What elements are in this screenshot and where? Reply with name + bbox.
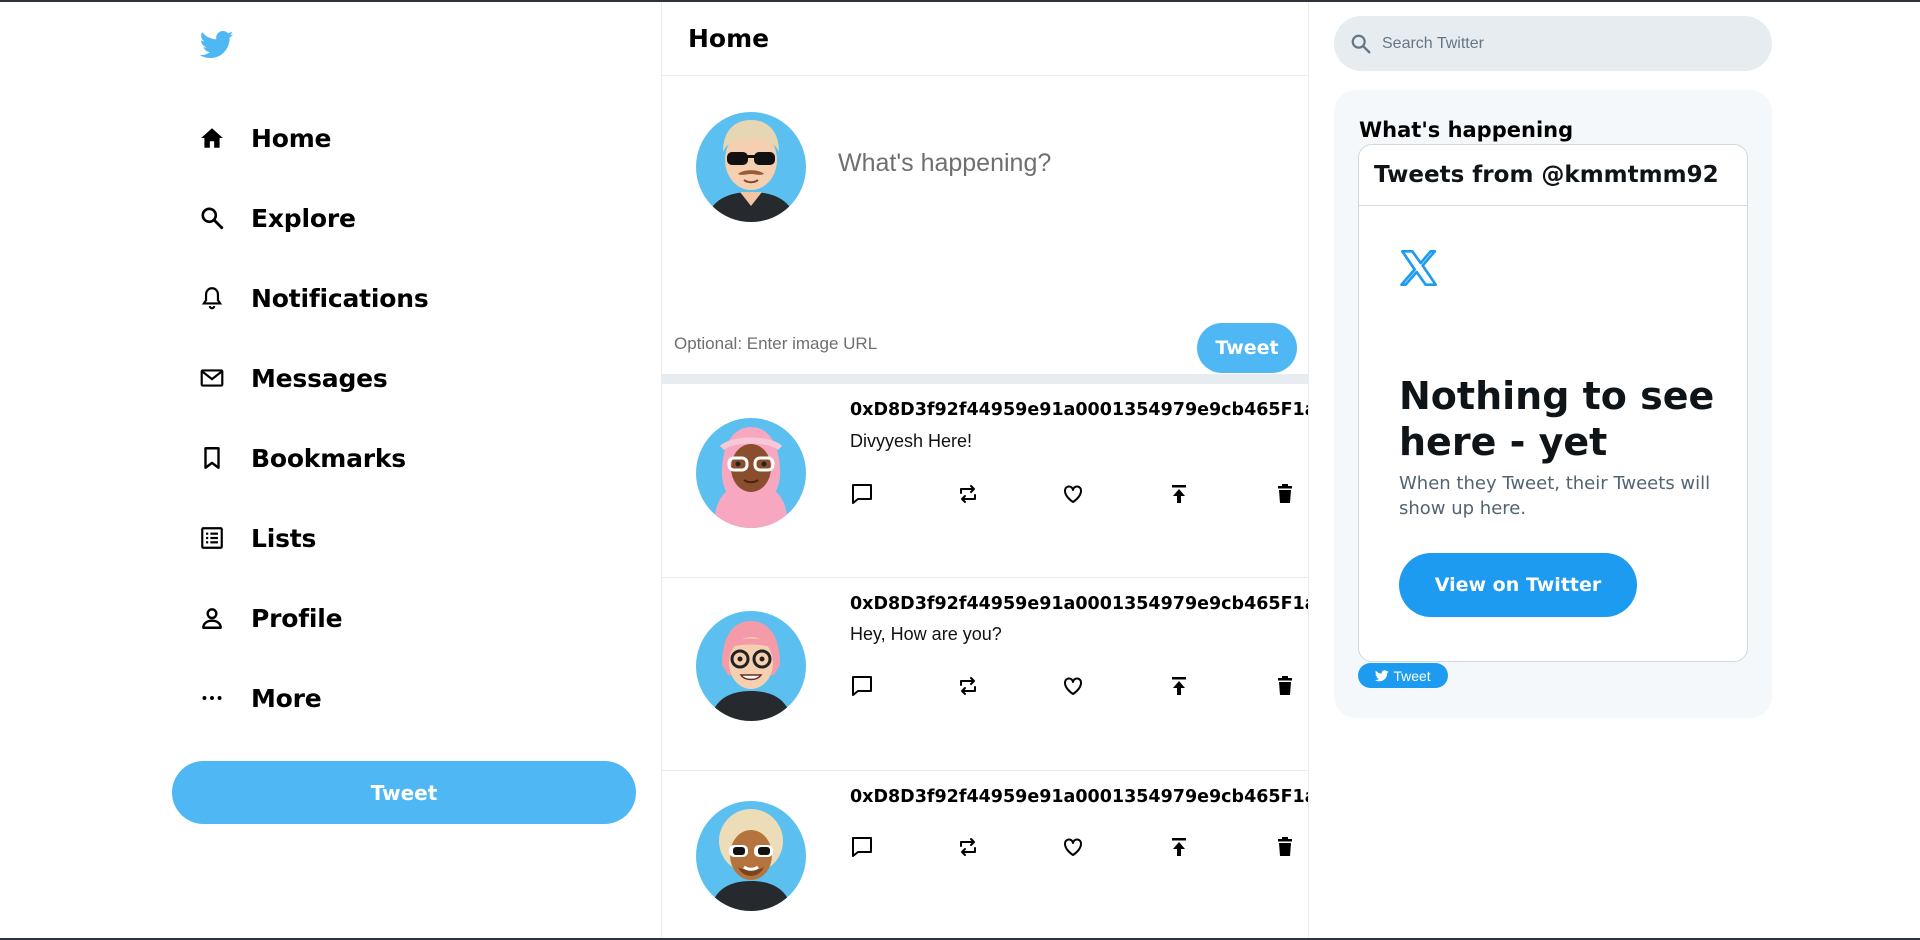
delete-icon[interactable]	[1271, 672, 1299, 700]
small-tweet-button[interactable]: Tweet	[1358, 663, 1448, 688]
post-author[interactable]: 0xD8D3f92f44959e91a0001354979e9cb465F1a5…	[850, 400, 1308, 420]
avatar	[696, 801, 806, 911]
avatar	[696, 611, 806, 721]
whats-happening-widget: What's happening Tweets from @kmmtmm92 N…	[1334, 90, 1772, 718]
post-text: Divyyesh Here!	[850, 431, 973, 451]
bell-icon	[198, 284, 226, 312]
comment-icon[interactable]	[848, 833, 876, 861]
nav-item-more[interactable]: More	[172, 658, 638, 738]
delete-icon[interactable]	[1271, 480, 1299, 508]
heart-icon[interactable]	[1059, 672, 1087, 700]
post-actions	[848, 480, 1308, 508]
nav-item-notifications[interactable]: Notifications	[172, 258, 638, 338]
share-icon[interactable]	[1165, 480, 1193, 508]
compose-tweet-button[interactable]: Tweet	[1197, 323, 1297, 373]
search-input[interactable]	[1382, 34, 1742, 53]
twitter-bird-icon	[1375, 669, 1390, 682]
nav-label: Notifications	[251, 283, 429, 313]
post: 0xD8D3f92f44959e91a0001354979e9cb465F1a5…	[662, 771, 1308, 938]
nav-label: Profile	[251, 603, 343, 633]
home-icon	[198, 124, 226, 152]
nav-label: Explore	[251, 203, 356, 233]
nav-label: Messages	[251, 363, 388, 393]
nav-item-bookmarks[interactable]: Bookmarks	[172, 418, 638, 498]
post: 0xD8D3f92f44959e91a0001354979e9cb465F1a5…	[662, 578, 1308, 771]
search-bar[interactable]	[1334, 16, 1772, 71]
comment-icon[interactable]	[848, 672, 876, 700]
share-icon[interactable]	[1165, 833, 1193, 861]
heart-icon[interactable]	[1059, 480, 1087, 508]
small-tweet-label: Tweet	[1393, 667, 1431, 684]
nav-item-explore[interactable]: Explore	[172, 178, 638, 258]
nav-label: Bookmarks	[251, 443, 406, 473]
nav-item-messages[interactable]: Messages	[172, 338, 638, 418]
person-icon	[198, 604, 226, 632]
post-actions	[848, 833, 1308, 861]
nav-item-home[interactable]: Home	[172, 98, 638, 178]
search-icon	[1350, 33, 1372, 55]
retweet-icon[interactable]	[954, 480, 982, 508]
comment-icon[interactable]	[848, 480, 876, 508]
search-icon	[198, 204, 226, 232]
retweet-icon[interactable]	[954, 672, 982, 700]
empty-state-title: Nothing to see here - yet	[1399, 374, 1715, 464]
image-url-input[interactable]	[674, 331, 1074, 357]
page-title: Home	[688, 24, 770, 53]
x-logo-icon[interactable]	[1399, 248, 1439, 288]
timeline-header[interactable]: Tweets from @kmmtmm92	[1359, 145, 1747, 206]
post-text: Hey, How are you?	[850, 624, 1002, 644]
sidebar: Home Explore Notifications Messages Book…	[172, 2, 638, 938]
share-icon[interactable]	[1165, 672, 1193, 700]
retweet-icon[interactable]	[954, 833, 982, 861]
more-icon	[198, 684, 226, 712]
view-on-twitter-button[interactable]: View on Twitter	[1399, 553, 1637, 617]
nav-label: Home	[251, 123, 332, 153]
post-author[interactable]: 0xD8D3f92f44959e91a0001354979e9cb465F1a5…	[850, 594, 1308, 614]
nav-label: More	[251, 683, 322, 713]
sidebar-tweet-button[interactable]: Tweet	[172, 761, 636, 824]
heart-icon[interactable]	[1059, 833, 1087, 861]
delete-icon[interactable]	[1271, 833, 1299, 861]
mail-icon	[198, 364, 226, 392]
avatar	[696, 418, 806, 528]
avatar	[696, 112, 806, 222]
nav-item-lists[interactable]: Lists	[172, 498, 638, 578]
compose-input[interactable]	[838, 138, 1278, 188]
widget-title: What's happening	[1359, 118, 1574, 142]
twitter-bird-icon[interactable]	[199, 30, 234, 60]
post-author[interactable]: 0xD8D3f92f44959e91a0001354979e9cb465F1a5…	[850, 787, 1308, 807]
nav-item-profile[interactable]: Profile	[172, 578, 638, 658]
nav-menu: Home Explore Notifications Messages Book…	[172, 98, 638, 738]
embedded-timeline: Tweets from @kmmtmm92 Nothing to see her…	[1358, 144, 1748, 662]
nav-label: Lists	[251, 523, 317, 553]
bookmark-icon	[198, 444, 226, 472]
feed-header: Home	[662, 2, 1308, 76]
list-icon	[198, 524, 226, 552]
empty-state-subtitle: When they Tweet, their Tweets will show …	[1399, 473, 1711, 519]
post-actions	[848, 672, 1308, 700]
post: 0xD8D3f92f44959e91a0001354979e9cb465F1a5…	[662, 384, 1308, 578]
feed: Home Tweet	[661, 2, 1309, 938]
